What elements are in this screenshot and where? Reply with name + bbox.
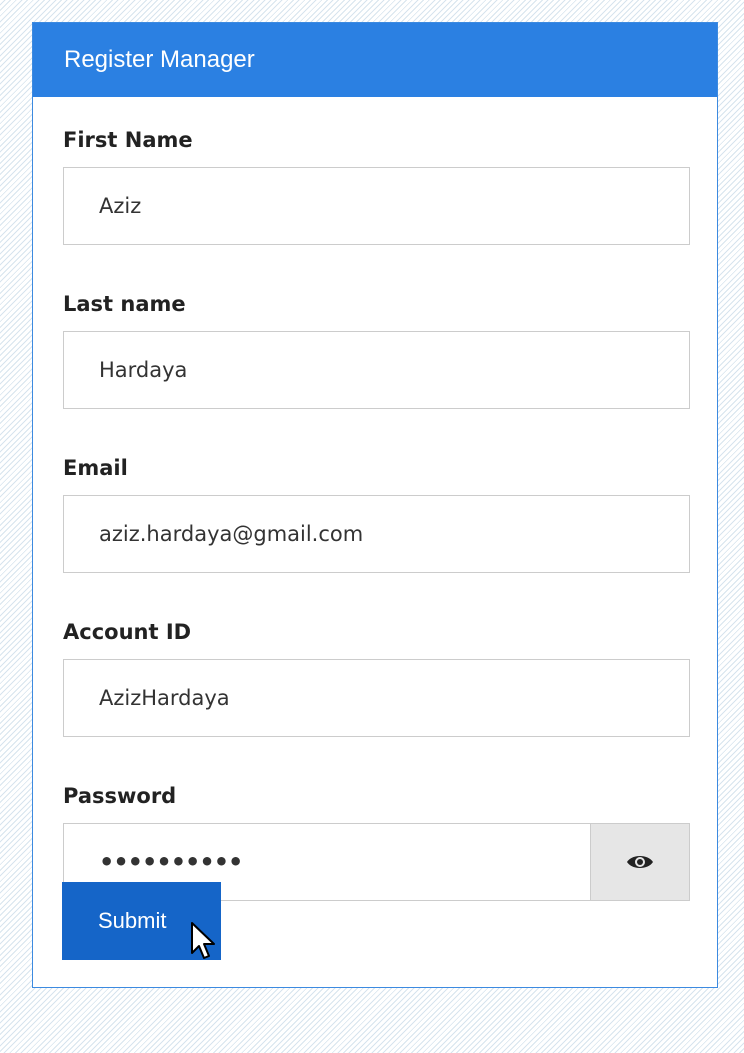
last-name-label: Last name: [63, 292, 186, 316]
first-name-input[interactable]: Aziz: [63, 167, 690, 245]
last-name-input[interactable]: Hardaya: [63, 331, 690, 409]
account-id-label: Account ID: [63, 620, 192, 644]
show-password-button[interactable]: [590, 823, 690, 901]
last-name-group: Last name Hardaya: [63, 292, 690, 409]
account-id-input[interactable]: AzizHardaya: [63, 659, 690, 737]
account-id-group: Account ID AzizHardaya: [63, 620, 690, 737]
password-label: Password: [63, 784, 177, 808]
first-name-label: First Name: [63, 128, 193, 152]
register-form: First Name Aziz Last name Hardaya Email …: [33, 97, 717, 901]
email-label: Email: [63, 456, 128, 480]
panel-title: Register Manager: [33, 23, 717, 97]
email-group: Email aziz.hardaya@gmail.com: [63, 456, 690, 573]
mouse-cursor-icon: [191, 922, 215, 959]
first-name-group: First Name Aziz: [63, 128, 690, 245]
email-input[interactable]: aziz.hardaya@gmail.com: [63, 495, 690, 573]
eye-icon: [627, 856, 653, 868]
register-panel: Register Manager First Name Aziz Last na…: [32, 22, 718, 988]
